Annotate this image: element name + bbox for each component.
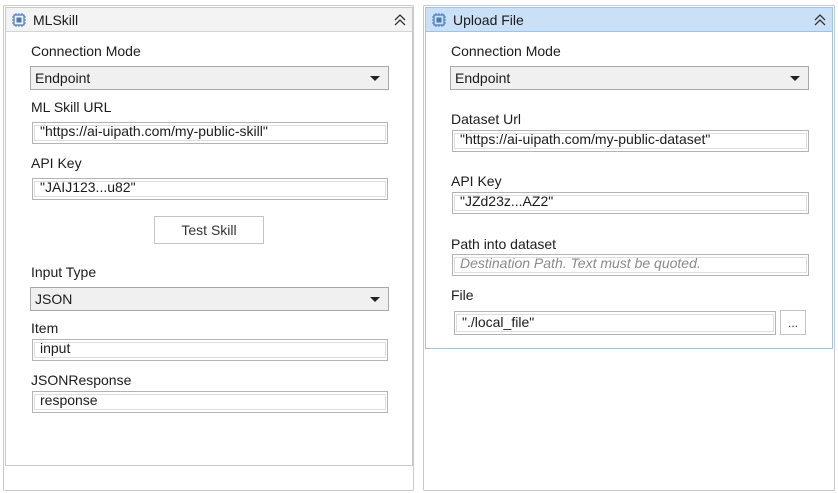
connection-mode-value: Endpoint	[455, 70, 511, 86]
api-key-input[interactable]: "JAIJ123...u82"	[32, 178, 388, 200]
test-skill-button[interactable]: Test Skill	[154, 216, 264, 244]
connection-mode-select[interactable]: Endpoint	[450, 66, 809, 90]
mlskill-title: MLSkill	[33, 11, 79, 28]
mlskill-activity-card[interactable]: MLSkill Connection Mode Endpoint ML Skil…	[5, 7, 413, 466]
dropdown-arrow-icon	[790, 76, 800, 81]
item-value: input	[34, 342, 386, 358]
api-key-label: API Key	[451, 173, 502, 189]
path-into-dataset-input[interactable]: Destination Path. Text must be quoted.	[452, 254, 809, 276]
activity-chip-icon	[431, 12, 447, 28]
upload-file-activity-card[interactable]: Upload File Connection Mode Endpoint Dat…	[425, 7, 833, 349]
path-into-dataset-placeholder: Destination Path. Text must be quoted.	[454, 257, 807, 273]
file-input[interactable]: "./local_file"	[454, 311, 776, 335]
dropdown-arrow-icon	[370, 297, 380, 302]
api-key-label: API Key	[31, 155, 82, 171]
dataset-url-label: Dataset Url	[451, 111, 522, 127]
browse-file-button[interactable]: ...	[780, 310, 806, 335]
ml-skill-url-value: "https://ai-uipath.com/my-public-skill"	[34, 125, 386, 141]
item-input[interactable]: input	[32, 339, 388, 361]
input-type-label: Input Type	[31, 264, 97, 280]
connection-mode-label: Connection Mode	[451, 43, 561, 59]
input-type-value: JSON	[35, 291, 73, 307]
upload-file-header[interactable]: Upload File	[426, 8, 832, 32]
json-response-input[interactable]: response	[32, 391, 388, 413]
collapse-chevron-up-icon[interactable]	[812, 11, 828, 29]
upload-file-title: Upload File	[453, 11, 524, 28]
collapse-chevron-up-icon[interactable]	[392, 11, 408, 29]
ml-skill-url-label: ML Skill URL	[31, 99, 112, 115]
dropdown-arrow-icon	[370, 76, 380, 81]
ml-skill-url-input[interactable]: "https://ai-uipath.com/my-public-skill"	[32, 122, 388, 144]
dataset-url-value: "https://ai-uipath.com/my-public-dataset…	[454, 133, 807, 149]
file-value: "./local_file"	[456, 314, 774, 332]
input-type-select[interactable]: JSON	[30, 287, 389, 311]
connection-mode-select[interactable]: Endpoint	[30, 66, 389, 90]
api-key-value: "JAIJ123...u82"	[34, 181, 386, 197]
activity-chip-icon	[11, 12, 27, 28]
json-response-value: response	[34, 394, 386, 410]
mlskill-header[interactable]: MLSkill	[6, 8, 412, 32]
json-response-label: JSONResponse	[31, 372, 132, 388]
connection-mode-label: Connection Mode	[31, 43, 141, 59]
path-into-dataset-label: Path into dataset	[451, 236, 557, 252]
connection-mode-value: Endpoint	[35, 70, 91, 86]
api-key-input[interactable]: "JZd23z...AZ2"	[452, 192, 809, 214]
api-key-value: "JZd23z...AZ2"	[454, 195, 807, 211]
file-label: File	[451, 287, 474, 303]
dataset-url-input[interactable]: "https://ai-uipath.com/my-public-dataset…	[452, 130, 809, 152]
item-label: Item	[31, 320, 59, 336]
